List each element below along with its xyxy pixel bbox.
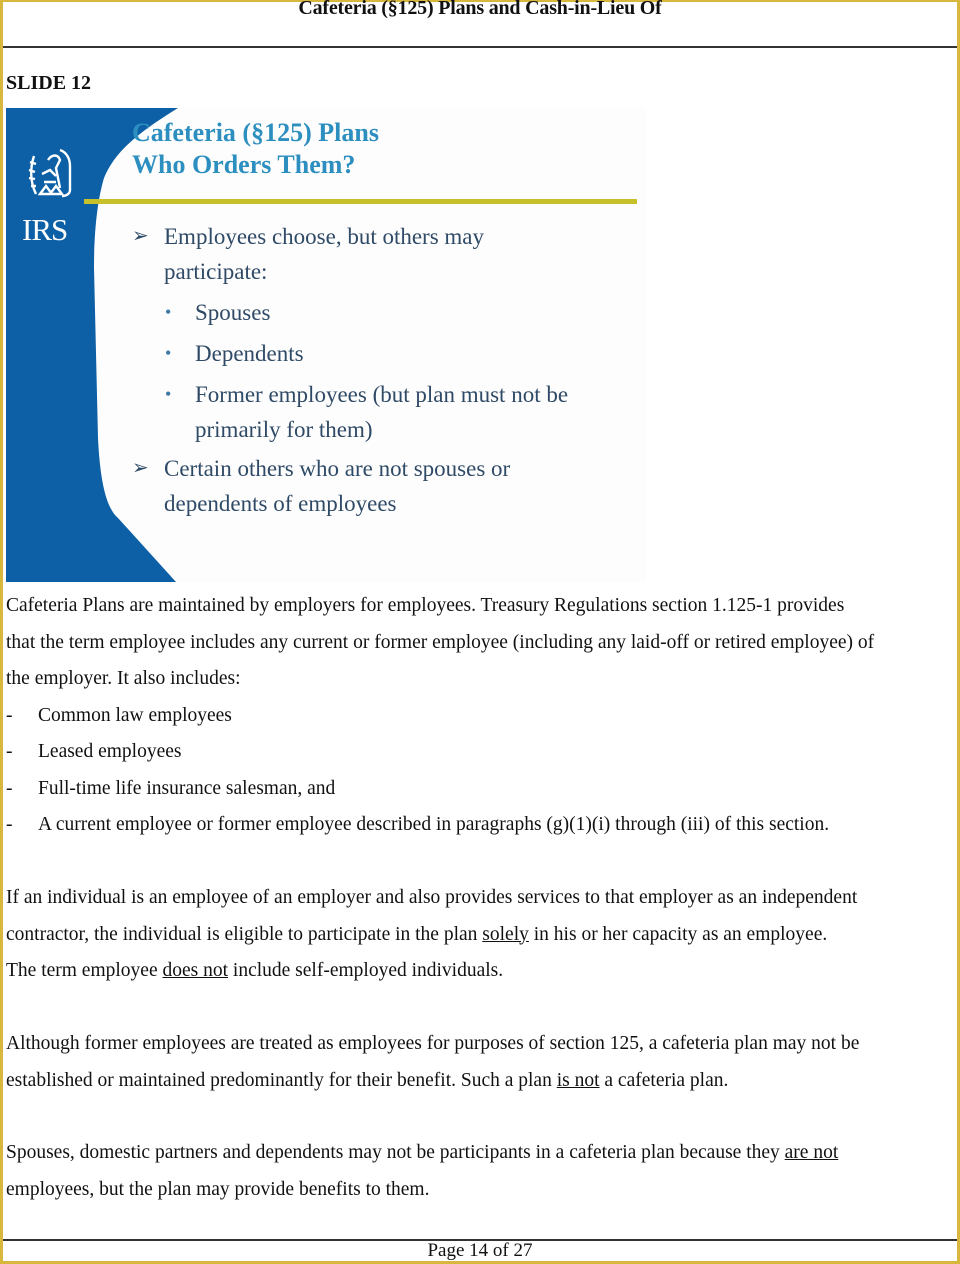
paragraph-contractor: If an individual is an employee of an em… — [6, 880, 951, 990]
list-item-text: Leased employees — [38, 741, 182, 762]
slide-title: Cafeteria (§125) Plans Who Orders Them? — [132, 117, 379, 181]
slide-bullet-text: Certain others who are not spouses or — [164, 456, 511, 481]
slide-bullet-list: ➢ Employees choose, but others may parti… — [132, 219, 568, 521]
header-rule — [3, 46, 957, 48]
dot-bullet-icon: • — [165, 302, 172, 322]
underlined-emphasis: solely — [482, 923, 529, 945]
dash-marker: - — [6, 704, 13, 726]
text-run: include self-employed individuals. — [228, 960, 504, 981]
list-item: - Common law employees — [6, 698, 951, 735]
underlined-emphasis: is not — [556, 1069, 600, 1091]
list-item: - Full-time life insurance salesman, and — [6, 771, 951, 808]
list-item: - Leased employees — [6, 734, 951, 771]
paragraph-line: established or maintained predominantly … — [6, 1063, 951, 1100]
paragraph-line: contractor, the individual is eligible t… — [6, 917, 951, 954]
slide-image: IRS Cafeteria (§125) Plans Who Orders Th… — [6, 108, 646, 582]
paragraph-line: Although former employees are treated as… — [6, 1033, 860, 1054]
arrow-bullet-icon: ➢ — [132, 457, 149, 479]
dash-marker: - — [6, 741, 13, 762]
slide-bullet: ➢ Certain others who are not spouses or … — [132, 451, 568, 521]
dash-marker: - — [6, 814, 13, 835]
paragraph-line: that the term employee includes any curr… — [6, 631, 875, 653]
irs-logo-text: IRS — [22, 212, 68, 247]
text-run: The term employee — [6, 960, 163, 981]
text-run: in his or her capacity as an employee. — [528, 923, 828, 945]
slide-sub-bullet-text: Dependents — [195, 341, 304, 366]
slide-sub-bullet: • Dependents — [132, 336, 568, 371]
paragraph-definition: Cafeteria Plans are maintained by employ… — [6, 588, 951, 844]
eagle-seal-icon — [28, 148, 72, 198]
slide-sub-bullet: • Spouses — [132, 295, 568, 330]
slide-bullet-text: participate: — [164, 259, 268, 284]
text-run: established or maintained predominantly … — [6, 1069, 557, 1091]
page-number: Page 14 of 27 — [427, 1240, 533, 1261]
paragraph-line: Spouses, domestic partners and dependent… — [6, 1135, 951, 1172]
slide-bullet: ➢ Employees choose, but others may parti… — [132, 219, 568, 289]
slide-bullet-text: dependents of employees — [164, 491, 397, 516]
text-run: a cafeteria plan. — [599, 1069, 729, 1091]
list-item-text: Full-time life insurance salesman, and — [38, 777, 336, 799]
slide-title-rule — [84, 199, 637, 204]
dash-marker: - — [6, 777, 13, 799]
arrow-bullet-icon: ➢ — [132, 225, 149, 247]
underlined-emphasis: are not — [784, 1142, 839, 1163]
dot-bullet-icon: • — [165, 384, 172, 404]
slide-sub-bullet-text: Former employees (but plan must not be — [195, 382, 569, 407]
text-run: contractor, the individual is eligible t… — [6, 923, 483, 945]
slide-sub-bullet-text: primarily for them) — [195, 417, 373, 442]
slide-sub-bullet-text: Spouses — [195, 300, 271, 325]
slide-bullet-text: Employees choose, but others may — [164, 224, 485, 249]
slide-title-line-2: Who Orders Them? — [132, 150, 356, 179]
paragraph-line: Cafeteria Plans are maintained by employ… — [6, 595, 845, 616]
text-run: Spouses, domestic partners and dependent… — [6, 1142, 785, 1163]
list-item: - A current employee or former employee … — [6, 807, 951, 844]
running-header: Cafeteria (§125) Plans and Cash-in-Lieu … — [298, 0, 662, 19]
paragraph-line: If an individual is an employee of an em… — [6, 887, 858, 908]
paragraph-spouses: Spouses, domestic partners and dependent… — [6, 1135, 951, 1208]
slide-label: SLIDE 12 — [6, 72, 92, 94]
paragraph-line: The term employee does not include self-… — [6, 953, 951, 990]
slide-title-line-1: Cafeteria (§125) Plans — [132, 118, 379, 147]
paragraph-line: the employer. It also includes: — [6, 668, 241, 689]
paragraph-former-employees: Although former employees are treated as… — [6, 1026, 951, 1099]
paragraph-line: employees, but the plan may provide bene… — [6, 1178, 430, 1200]
irs-logo: IRS — [22, 146, 78, 250]
underlined-emphasis: does not — [162, 960, 229, 981]
list-item-text: Common law employees — [38, 704, 232, 726]
slide-sub-bullet: • Former employees (but plan must not be… — [132, 377, 568, 447]
dot-bullet-icon: • — [165, 343, 172, 363]
list-item-text: A current employee or former employee de… — [38, 814, 830, 835]
